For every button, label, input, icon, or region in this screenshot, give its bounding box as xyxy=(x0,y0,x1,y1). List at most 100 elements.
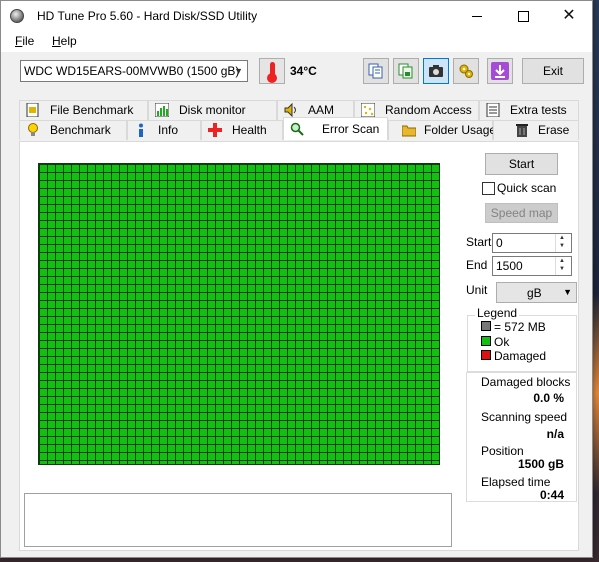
thermometer-bulb-icon xyxy=(267,73,277,83)
menu-help[interactable]: Help xyxy=(52,34,77,48)
extra-tests-icon xyxy=(486,103,500,117)
disk-monitor-icon xyxy=(155,103,169,117)
drive-dropdown[interactable]: WDC WD15EARS-00MVWB0 (1500 gB) ▼ xyxy=(20,60,248,82)
scanning-speed-label: Scanning speed xyxy=(481,410,568,424)
damaged-blocks-label: Damaged blocks xyxy=(481,375,571,389)
copy-image-icon xyxy=(398,63,413,79)
speed-map-button[interactable]: Speed map xyxy=(485,203,558,223)
legend-block-size: = 572 MB xyxy=(481,320,546,334)
close-button[interactable]: ✕ xyxy=(546,1,592,31)
tab-label: Folder Usage xyxy=(424,123,497,137)
spin-down-icon[interactable]: ▼ xyxy=(559,266,565,272)
speaker-icon xyxy=(284,103,298,117)
tab-row-bottom: Benchmark Info Health Error Scan Folder … xyxy=(19,117,579,140)
gears-icon xyxy=(459,64,473,78)
temperature-button[interactable] xyxy=(259,58,285,84)
chevron-down-icon: ▼ xyxy=(563,287,572,297)
error-scan-panel: Start Quick scan Speed map Start 0 ▲ ▼ En… xyxy=(19,141,579,551)
download-arrow-icon xyxy=(491,62,509,80)
screenshot-button[interactable] xyxy=(423,58,449,84)
title-bar[interactable]: HD Tune Pro 5.60 - Hard Disk/SSD Utility… xyxy=(1,1,592,31)
tab-label: Error Scan xyxy=(322,122,380,136)
tab-label: Disk monitor xyxy=(179,103,246,117)
spin-arrows[interactable]: ▲ ▼ xyxy=(555,234,571,252)
window-title: HD Tune Pro 5.60 - Hard Disk/SSD Utility xyxy=(37,9,258,23)
start-scan-button[interactable]: Start xyxy=(485,153,558,175)
chevron-down-icon: ▼ xyxy=(234,66,243,76)
tab-disk-monitor[interactable]: Disk monitor xyxy=(148,100,277,120)
minimize-button[interactable] xyxy=(454,1,500,31)
copy-text-button[interactable] xyxy=(363,58,389,84)
spin-arrows[interactable]: ▲ ▼ xyxy=(555,257,571,275)
maximize-button[interactable] xyxy=(500,1,546,31)
tab-label: Erase xyxy=(538,123,570,137)
app-disk-icon xyxy=(10,9,24,23)
exit-button[interactable]: Exit xyxy=(522,58,584,84)
tab-benchmark[interactable]: Benchmark xyxy=(19,120,127,140)
green-swatch-icon xyxy=(481,336,491,346)
tab-file-benchmark[interactable]: File Benchmark xyxy=(19,100,148,120)
tab-info[interactable]: Info xyxy=(127,120,201,140)
legend-ok-text: Ok xyxy=(494,335,510,349)
scan-log xyxy=(24,493,452,547)
maximize-icon xyxy=(517,10,529,22)
close-icon: ✕ xyxy=(562,7,576,24)
damaged-blocks-value: 0.0 % xyxy=(533,391,564,405)
gray-swatch-icon xyxy=(481,321,491,331)
legend-block-size-text: = 572 MB xyxy=(494,320,546,334)
spin-up-icon[interactable]: ▲ xyxy=(559,235,565,241)
legend-title: Legend xyxy=(475,306,520,320)
tab-label: Info xyxy=(158,123,179,137)
quick-scan-label[interactable]: Quick scan xyxy=(497,181,556,195)
copy-text-icon xyxy=(368,63,383,79)
health-cross-icon xyxy=(208,123,222,137)
menu-file-rest: ile xyxy=(22,34,35,48)
quick-scan-checkbox[interactable] xyxy=(482,182,495,195)
minimize-icon xyxy=(472,15,482,17)
copy-image-button[interactable] xyxy=(393,58,419,84)
lightbulb-icon xyxy=(26,123,40,137)
end-field-label: End xyxy=(466,258,488,272)
tab-folder-usage[interactable]: Folder Usage xyxy=(388,120,497,140)
file-benchmark-icon xyxy=(26,103,40,117)
random-access-icon xyxy=(361,103,375,117)
options-button[interactable] xyxy=(453,58,479,84)
unit-dropdown[interactable]: gB ▼ xyxy=(496,282,577,303)
legend-damaged-text: Damaged xyxy=(494,349,547,363)
tab-error-scan[interactable]: Error Scan xyxy=(283,117,388,140)
red-swatch-icon xyxy=(481,350,491,360)
camera-icon xyxy=(429,65,443,77)
elapsed-time-value: 0:44 xyxy=(539,488,564,502)
menu-bar: File Help xyxy=(1,31,592,52)
tab-extra-tests[interactable]: Extra tests xyxy=(479,100,579,120)
start-spinbox-value: 0 xyxy=(496,236,503,250)
save-download-button[interactable] xyxy=(487,58,513,84)
info-icon xyxy=(134,123,148,137)
menu-file[interactable]: File xyxy=(15,34,34,48)
toolbar: WDC WD15EARS-00MVWB0 (1500 gB) ▼ 34°C Ex… xyxy=(1,52,592,94)
spin-down-icon[interactable]: ▼ xyxy=(559,243,565,249)
unit-label: Unit xyxy=(466,283,488,297)
tab-health[interactable]: Health xyxy=(201,120,283,140)
magnifier-icon xyxy=(290,122,304,136)
start-spinbox[interactable]: 0 ▲ ▼ xyxy=(492,233,572,253)
start-field-label: Start xyxy=(466,235,492,249)
menu-help-mnemonic: H xyxy=(52,34,61,48)
legend-damaged: Damaged xyxy=(481,349,546,363)
end-spinbox[interactable]: 1500 ▲ ▼ xyxy=(492,256,572,276)
end-spinbox-value: 1500 xyxy=(496,259,523,273)
tab-erase[interactable]: Erase xyxy=(493,120,579,140)
tab-label: File Benchmark xyxy=(50,103,134,117)
elapsed-time-label: Elapsed time xyxy=(481,475,551,489)
drive-dropdown-value: WDC WD15EARS-00MVWB0 (1500 gB) xyxy=(24,64,240,78)
legend-ok: Ok xyxy=(481,335,509,349)
spin-up-icon[interactable]: ▲ xyxy=(559,258,565,264)
position-value: 1500 gB xyxy=(517,457,564,471)
folder-icon xyxy=(402,123,416,137)
app-window: HD Tune Pro 5.60 - Hard Disk/SSD Utility… xyxy=(0,0,593,558)
trash-icon xyxy=(515,123,529,137)
scan-block-map xyxy=(38,163,440,465)
position-label: Position xyxy=(481,444,524,458)
tab-label: Benchmark xyxy=(50,123,111,137)
tab-label: Random Access xyxy=(385,103,472,117)
